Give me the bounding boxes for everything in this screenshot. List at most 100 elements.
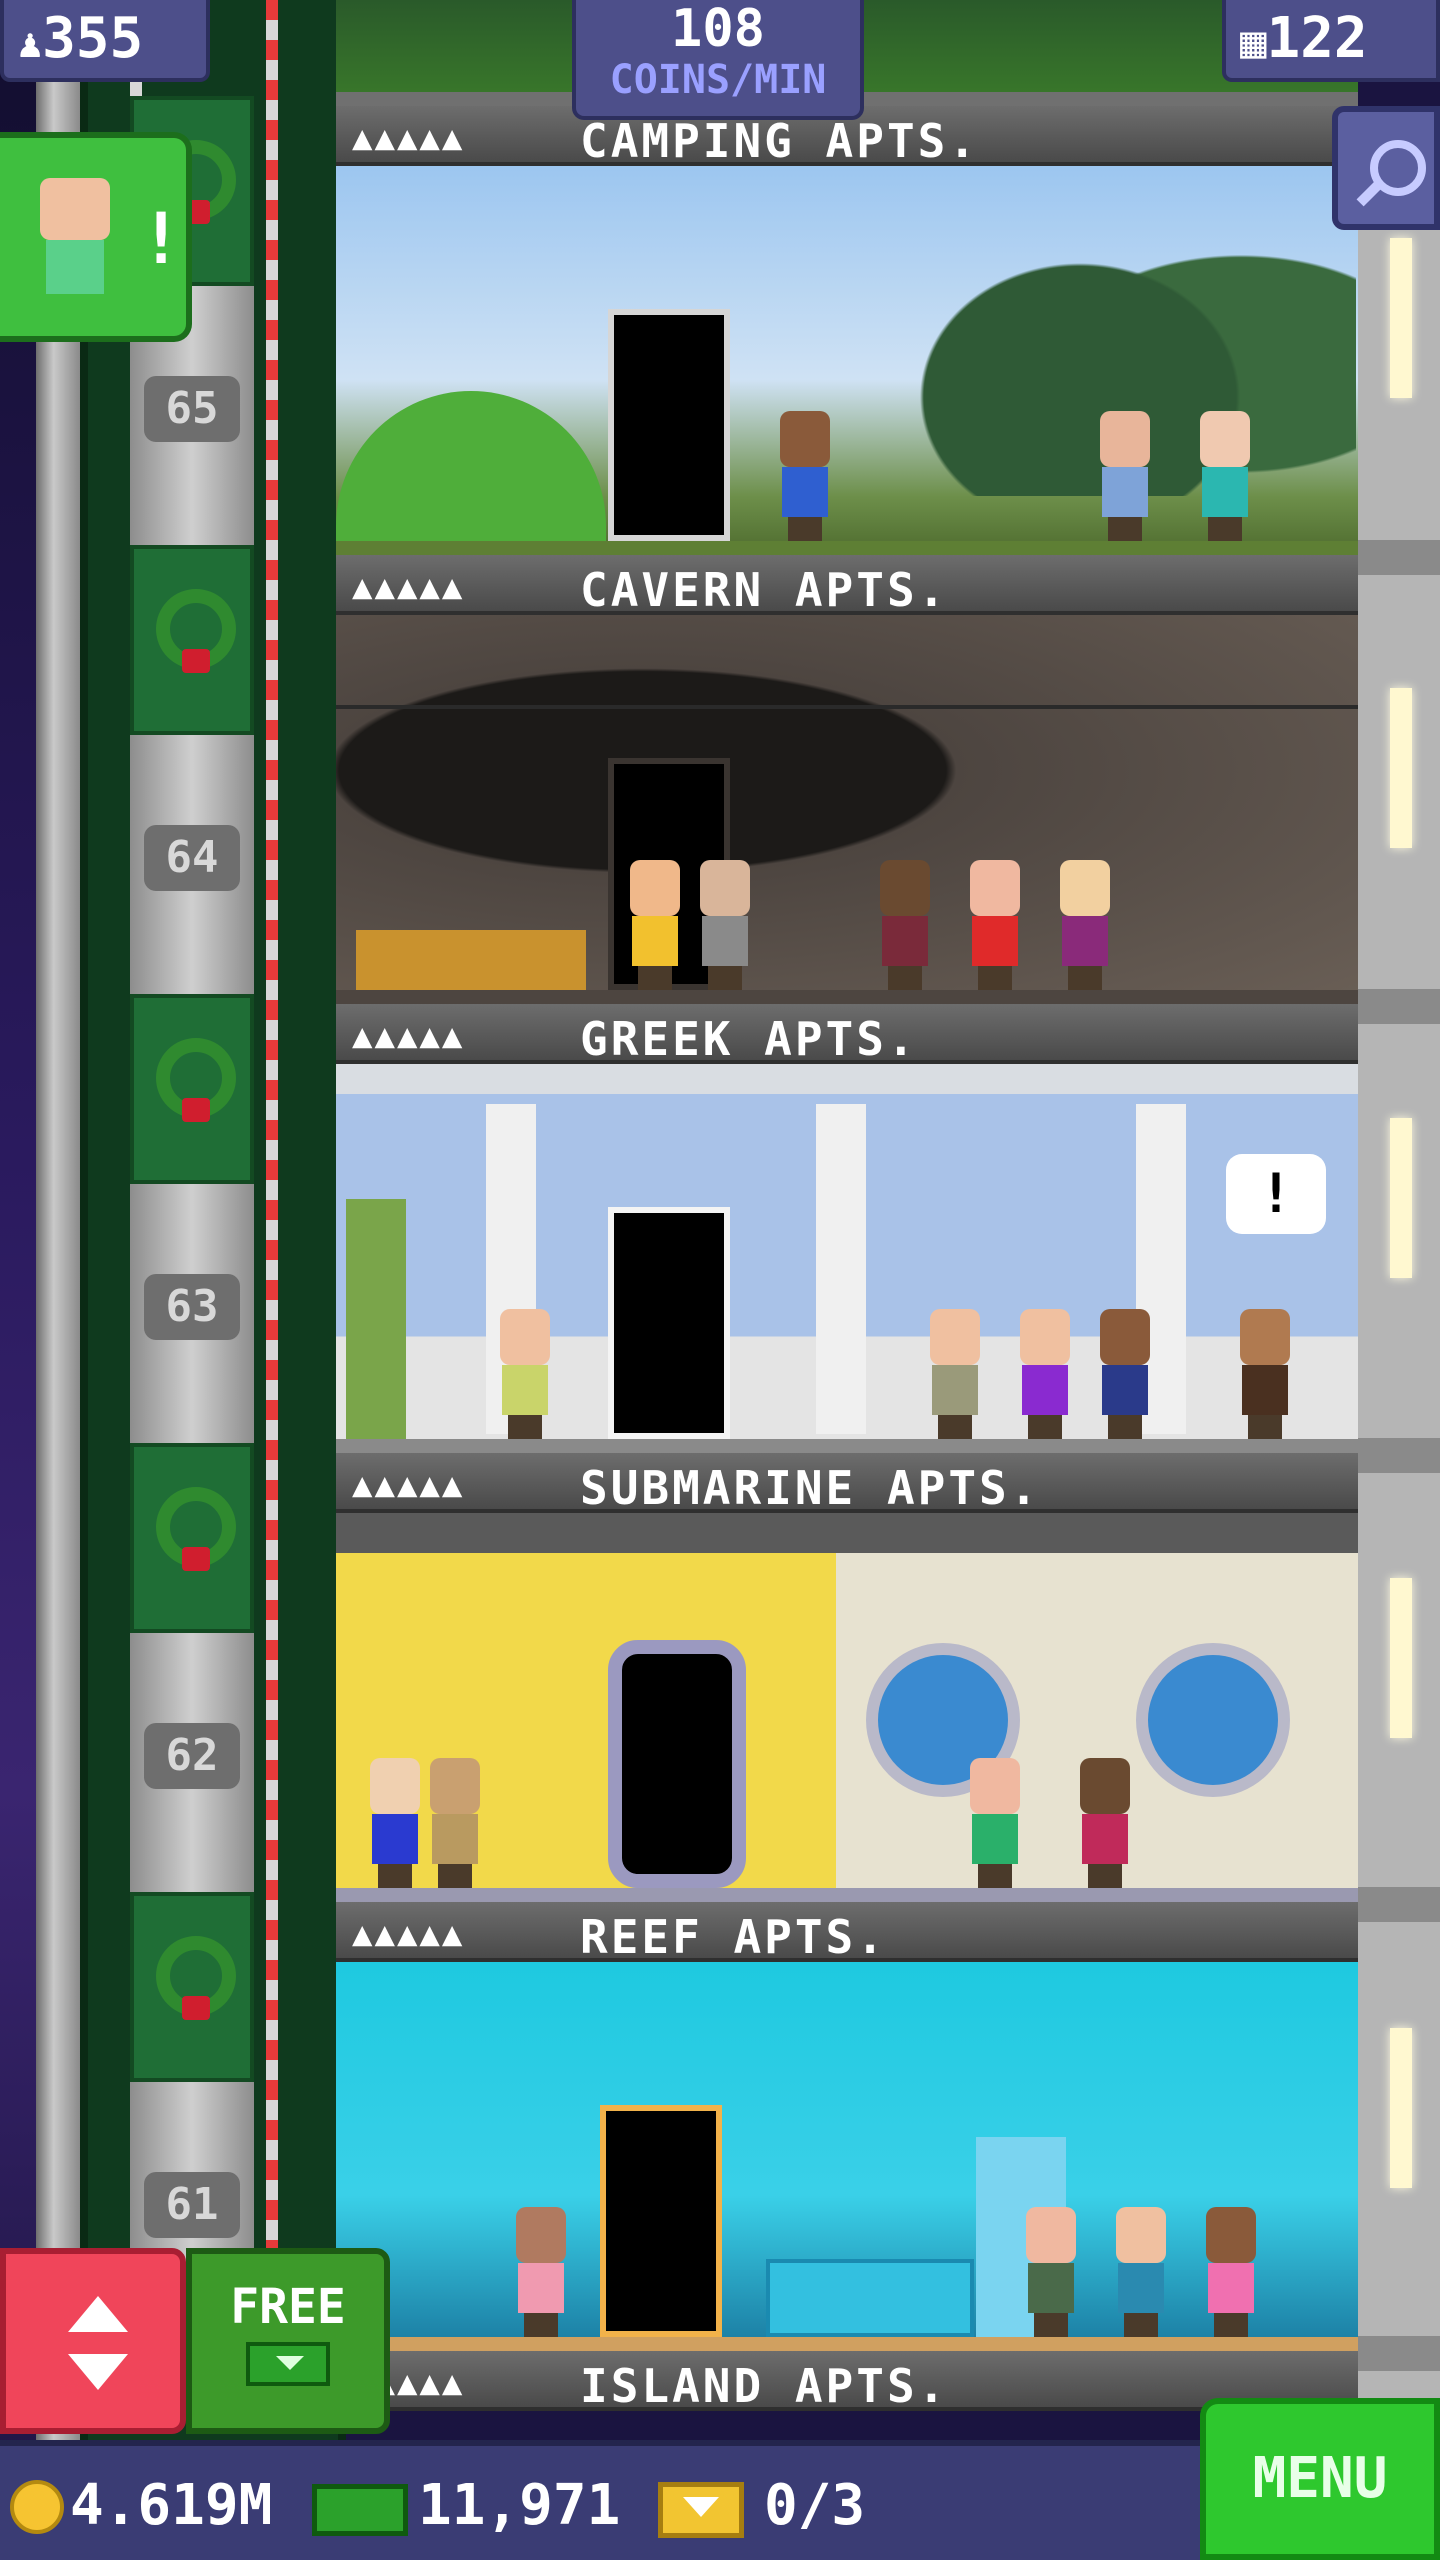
coins-per-min-panel[interactable]: 108 COINS/MIN xyxy=(572,0,864,120)
bux-value[interactable]: 11,971 xyxy=(418,2466,620,2546)
wreath-decoration xyxy=(130,545,254,735)
bitizen-notification-button[interactable]: ! xyxy=(0,132,192,342)
storey-banner: ▲▲▲▲▲ CAVERN APTS. xyxy=(336,555,1358,617)
elevator-updown-button[interactable] xyxy=(0,2248,186,2434)
resident xyxy=(696,860,754,990)
floor-number: 65 xyxy=(144,376,240,442)
floor-number: 62 xyxy=(144,1723,240,1789)
room-greek: ! xyxy=(336,1064,1358,1453)
wall-light xyxy=(1390,1118,1412,1278)
coin-icon xyxy=(10,2480,64,2534)
elevator-floor-63[interactable]: 63 xyxy=(130,994,254,1443)
resident xyxy=(876,860,934,990)
population-value: 355 xyxy=(42,6,144,71)
occupancy-icons: ▲▲▲▲▲ xyxy=(352,118,465,158)
elevator-floor-64[interactable]: 64 xyxy=(130,545,254,994)
porthole xyxy=(1136,1643,1290,1797)
storey-name: SUBMARINE APTS. xyxy=(580,1461,1041,1515)
population-counter[interactable]: ♟355 xyxy=(0,0,210,82)
bux-icon xyxy=(312,2484,408,2536)
column xyxy=(816,1104,866,1434)
wreath-decoration xyxy=(130,994,254,1184)
storey-name: CAMPING APTS. xyxy=(580,114,980,168)
storey-name: ISLAND APTS. xyxy=(580,2359,949,2413)
floor-number: 64 xyxy=(144,825,240,891)
wreath-decoration xyxy=(130,1443,254,1633)
coins-per-min-value: 108 xyxy=(671,0,765,59)
tickets-value[interactable]: 0/3 xyxy=(764,2466,865,2546)
occupancy-icons: ▲▲▲▲▲ xyxy=(352,1016,465,1056)
resident xyxy=(496,1309,554,1439)
resident xyxy=(1196,411,1254,541)
free-bux-button[interactable]: FREE xyxy=(186,2248,390,2434)
resident xyxy=(1096,1309,1154,1439)
storey-cavern[interactable]: ▲▲▲▲▲ CAVERN APTS. xyxy=(336,555,1358,1004)
resident xyxy=(1236,1309,1294,1439)
storey-greek[interactable]: ▲▲▲▲▲ GREEK APTS. ! xyxy=(336,1004,1358,1453)
room-camping xyxy=(336,166,1358,555)
storey-name: REEF APTS. xyxy=(580,1910,887,1964)
storey-submarine[interactable]: ▲▲▲▲▲ SUBMARINE APTS. xyxy=(336,1453,1358,1902)
storey-name: CAVERN APTS. xyxy=(580,563,949,617)
golden-ticket-icon xyxy=(658,2482,744,2538)
coins-per-min-label: COINS/MIN xyxy=(609,57,827,103)
free-label: FREE xyxy=(230,2279,346,2335)
storey-reef[interactable]: ▲▲▲▲▲ REEF APTS. xyxy=(336,1902,1358,2351)
wall-light xyxy=(1390,238,1412,398)
search-button[interactable] xyxy=(1332,106,1440,230)
shaft-rail xyxy=(36,0,80,2440)
table xyxy=(356,930,586,990)
resident xyxy=(1202,2207,1260,2337)
resident xyxy=(366,1758,424,1888)
resident xyxy=(1016,1309,1074,1439)
door xyxy=(608,1640,746,1888)
potted-plant xyxy=(346,1199,406,1439)
counter xyxy=(766,2259,974,2337)
wall-light xyxy=(1390,1578,1412,1738)
resident xyxy=(966,1758,1024,1888)
resident xyxy=(926,1309,984,1439)
resident xyxy=(1056,860,1114,990)
storey-banner: ▲▲▲▲▲ GREEK APTS. xyxy=(336,1004,1358,1066)
resident xyxy=(1096,411,1154,541)
storey-name: GREEK APTS. xyxy=(580,1012,918,1066)
door xyxy=(608,309,730,541)
building-icon: ▦ xyxy=(1240,17,1267,68)
bitizen-avatar-icon xyxy=(32,178,118,298)
occupancy-icons: ▲▲▲▲▲ xyxy=(352,567,465,607)
room-submarine xyxy=(336,1513,1358,1902)
door xyxy=(600,2105,722,2337)
wreath-decoration xyxy=(130,1892,254,2082)
storey-banner: ▲▲▲▲▲ SUBMARINE APTS. xyxy=(336,1453,1358,1515)
storey-camping[interactable]: ▲▲▲▲▲ CAMPING APTS. xyxy=(336,106,1358,555)
room-cavern xyxy=(336,615,1358,1004)
floor-counter[interactable]: ▦122 xyxy=(1222,0,1440,82)
tent xyxy=(336,391,606,541)
resident xyxy=(1022,2207,1080,2337)
menu-button[interactable]: MENU xyxy=(1200,2398,1440,2560)
alert-mark: ! xyxy=(140,198,183,280)
up-arrow-icon xyxy=(68,2296,128,2332)
wall-light xyxy=(1390,2028,1412,2188)
resident xyxy=(966,860,1024,990)
resident xyxy=(1112,2207,1170,2337)
occupancy-icons: ▲▲▲▲▲ xyxy=(352,1465,465,1505)
down-arrow-icon xyxy=(68,2354,128,2390)
resident xyxy=(626,860,684,990)
room-reef xyxy=(336,1962,1358,2351)
floor-number: 61 xyxy=(144,2172,240,2238)
floor-number: 63 xyxy=(144,1274,240,1340)
elevator-floor-62[interactable]: 62 xyxy=(130,1443,254,1892)
coins-value[interactable]: 4.619M xyxy=(70,2466,272,2546)
floor-count-value: 122 xyxy=(1266,6,1368,71)
bux-icon xyxy=(246,2342,330,2386)
resident xyxy=(1076,1758,1134,1888)
string-lights xyxy=(336,705,1358,709)
wall-light xyxy=(1390,688,1412,848)
population-icon: ♟ xyxy=(18,21,43,67)
speech-bubble[interactable]: ! xyxy=(1226,1154,1326,1234)
resident xyxy=(426,1758,484,1888)
resident xyxy=(776,411,834,541)
door xyxy=(608,1207,730,1439)
occupancy-icons: ▲▲▲▲▲ xyxy=(352,1914,465,1954)
